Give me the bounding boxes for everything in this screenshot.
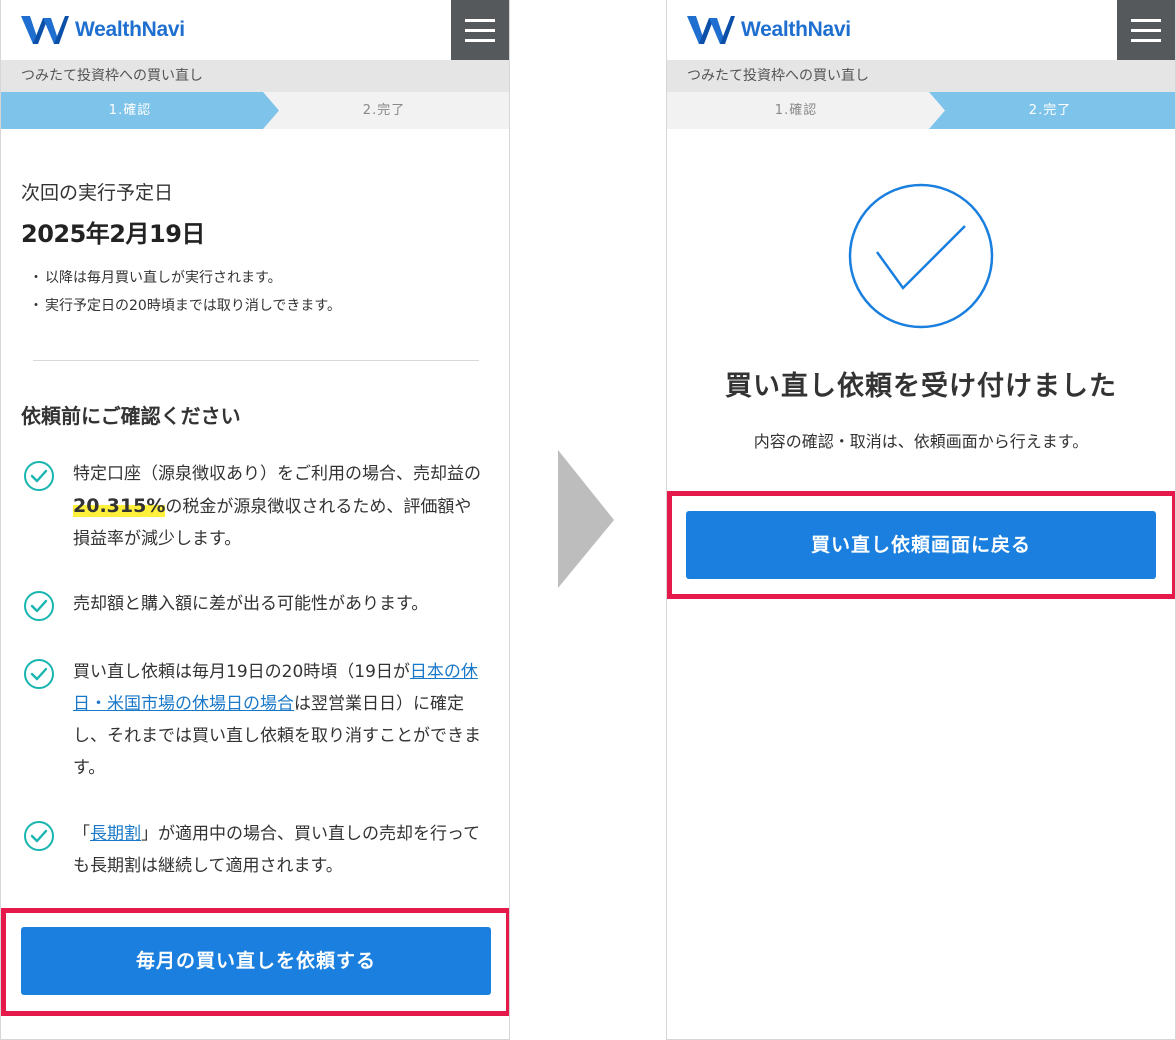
hamburger-menu-button[interactable] <box>1117 0 1175 60</box>
logo-w-icon <box>21 16 69 44</box>
logo-text: WealthNavi <box>741 18 851 41</box>
item-text: 特定口座（源泉徴収あり）をご利用の場合、売却益の <box>73 464 481 484</box>
menu-bar <box>465 18 495 22</box>
confirm-item-price-diff: 売却額と購入額に差が出る可能性があります。 <box>23 588 483 621</box>
complete-subtitle: 内容の確認・取消は、依頼画面から行えます。 <box>753 432 1089 451</box>
confirm-screen: WealthNavi つみたて投資枠への買い直し 1.確認 2.完了 次回の実行… <box>0 0 510 1040</box>
item-text: 買い直し依頼は毎月19日の20時頃（19日が <box>73 662 410 682</box>
logo-w-icon <box>687 16 735 44</box>
step-complete: 2.完了 <box>1028 103 1072 118</box>
check-circle-icon <box>24 461 54 491</box>
app-header: WealthNavi <box>667 0 1175 60</box>
tax-rate-highlight: 20.315% <box>73 495 166 517</box>
check-circle-icon <box>24 821 54 851</box>
menu-bar <box>1131 38 1161 42</box>
wealthnavi-logo[interactable]: WealthNavi <box>687 14 851 46</box>
long-term-discount-link[interactable]: 長期割 <box>90 824 141 844</box>
divider <box>33 360 479 361</box>
notes-list: 以降は毎月買い直しが実行されます。 実行予定日の20時頃までは取り消しできます。 <box>29 264 341 320</box>
menu-bar <box>465 28 495 32</box>
step-indicator: 1.確認 2.完了 <box>1 92 509 129</box>
hamburger-menu-button[interactable] <box>451 0 509 60</box>
complete-title: 買い直し依頼を受け付けました <box>725 371 1117 402</box>
success-check-icon <box>848 183 994 329</box>
item-text: 売却額と購入額に差が出る可能性があります。 <box>73 594 429 614</box>
page-subtitle: つみたて投資枠への買い直し <box>667 60 1175 92</box>
confirm-item-tax: 特定口座（源泉徴収あり）をご利用の場合、売却益の20.315%の税金が源泉徴収さ… <box>23 458 483 555</box>
step-indicator: 1.確認 2.完了 <box>667 92 1175 129</box>
app-header: WealthNavi <box>1 0 509 60</box>
complete-screen: WealthNavi つみたて投資枠への買い直し 1.確認 2.完了 買い直し依… <box>666 0 1176 1040</box>
item-text: 「 <box>73 824 90 844</box>
step-confirm: 1.確認 <box>774 103 818 118</box>
check-circle-icon <box>24 659 54 689</box>
menu-bar <box>1131 28 1161 32</box>
confirm-item-schedule: 買い直し依頼は毎月19日の20時頃（19日が日本の休日・米国市場の休場日の場合は… <box>23 656 483 784</box>
submit-request-button[interactable]: 毎月の買い直しを依頼する <box>21 927 491 995</box>
menu-bar <box>1131 18 1161 22</box>
confirm-section-title: 依頼前にご確認ください <box>21 404 241 428</box>
step-complete: 2.完了 <box>362 103 406 118</box>
page-subtitle: つみたて投資枠への買い直し <box>1 60 509 92</box>
next-date-label: 次回の実行予定日 <box>21 182 174 204</box>
check-circle-icon <box>24 591 54 621</box>
back-to-request-button[interactable]: 買い直し依頼画面に戻る <box>686 511 1156 579</box>
next-date-value: 2025年2月19日 <box>21 220 205 248</box>
step-confirm: 1.確認 <box>108 103 152 118</box>
note-item: 実行予定日の20時頃までは取り消しできます。 <box>29 292 341 320</box>
flow-arrow-icon <box>558 450 614 588</box>
wealthnavi-logo[interactable]: WealthNavi <box>21 14 185 46</box>
logo-text: WealthNavi <box>75 18 185 41</box>
note-item: 以降は毎月買い直しが実行されます。 <box>29 264 341 292</box>
menu-bar <box>465 38 495 42</box>
confirm-item-long-term-discount: 「長期割」が適用中の場合、買い直しの売却を行っても長期割は継続して適用されます。 <box>23 818 483 882</box>
